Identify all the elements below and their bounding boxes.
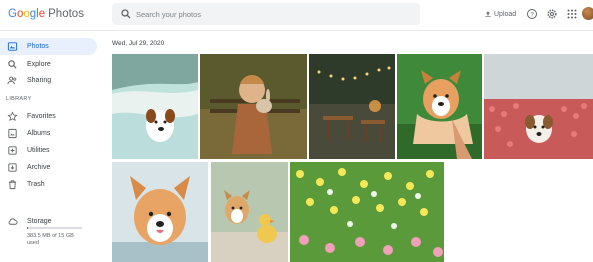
apps-grid-icon[interactable] xyxy=(566,8,578,20)
photo-corgi-held[interactable] xyxy=(397,54,482,159)
sidebar-item-favorites[interactable]: Favorites xyxy=(0,108,97,125)
app-header: GooglePhotos Upload ? xyxy=(0,0,593,30)
sidebar-item-label: Utilities xyxy=(27,147,50,154)
trash-icon xyxy=(8,180,17,190)
sidebar-item-sharing[interactable]: Sharing xyxy=(0,72,97,89)
search-input[interactable] xyxy=(136,6,406,22)
photo-corgi-closeup[interactable] xyxy=(112,162,208,262)
photo-dog-beach[interactable] xyxy=(112,54,198,159)
search-icon xyxy=(8,60,17,69)
google-photos-logo[interactable]: Google Photos xyxy=(8,7,84,21)
search-bar[interactable] xyxy=(112,3,420,25)
storage-usage-text: 383.5 MB of 15 GB used xyxy=(27,233,74,246)
upload-icon xyxy=(485,11,491,17)
sidebar-item-trash[interactable]: Trash xyxy=(0,176,97,193)
sidebar-item-label: Sharing xyxy=(27,77,52,84)
storage-progress-fill xyxy=(27,227,29,229)
photo-icon xyxy=(7,42,18,51)
cloud-icon xyxy=(8,218,18,225)
date-header: Wed, Jul 29, 2020 xyxy=(112,40,165,47)
svg-text:?: ? xyxy=(530,12,534,18)
photo-flower-field[interactable] xyxy=(290,162,444,262)
photo-child-rabbit[interactable] xyxy=(200,54,307,159)
sidebar-item-label: Albums xyxy=(27,130,51,137)
search-icon xyxy=(121,9,131,19)
album-icon xyxy=(8,128,17,139)
upload-button[interactable]: Upload xyxy=(484,8,516,20)
sidebar-item-label: Archive xyxy=(27,164,51,171)
photo-puppy-duckling[interactable] xyxy=(211,162,288,262)
sidebar-item-label: Storage xyxy=(27,218,52,225)
sidebar-item-label: Explore xyxy=(27,61,51,68)
sidebar-item-label: Favorites xyxy=(27,113,56,120)
people-icon xyxy=(7,76,17,85)
sidebar-item-utilities[interactable]: Utilities xyxy=(0,142,97,159)
library-section-label: LIBRARY xyxy=(6,96,32,102)
upload-label: Upload xyxy=(494,10,517,18)
help-icon[interactable]: ? xyxy=(526,8,538,20)
account-avatar[interactable] xyxy=(582,7,593,20)
photo-patio-lights[interactable] xyxy=(309,54,395,159)
sidebar-item-albums[interactable]: Albums xyxy=(0,125,97,142)
archive-icon xyxy=(8,163,17,172)
settings-icon[interactable] xyxy=(546,8,558,20)
sidebar-item-label: Trash xyxy=(27,181,45,188)
sidebar-item-explore[interactable]: Explore xyxy=(0,56,97,73)
sidebar-item-photos[interactable]: Photos xyxy=(0,38,97,55)
photo-dog-tulips[interactable] xyxy=(484,54,593,159)
sidebar-item-label: Photos xyxy=(27,43,49,50)
storage-progress-bar xyxy=(27,227,82,229)
star-icon xyxy=(7,111,18,121)
utilities-icon xyxy=(8,146,17,155)
sidebar-item-archive[interactable]: Archive xyxy=(0,159,97,176)
